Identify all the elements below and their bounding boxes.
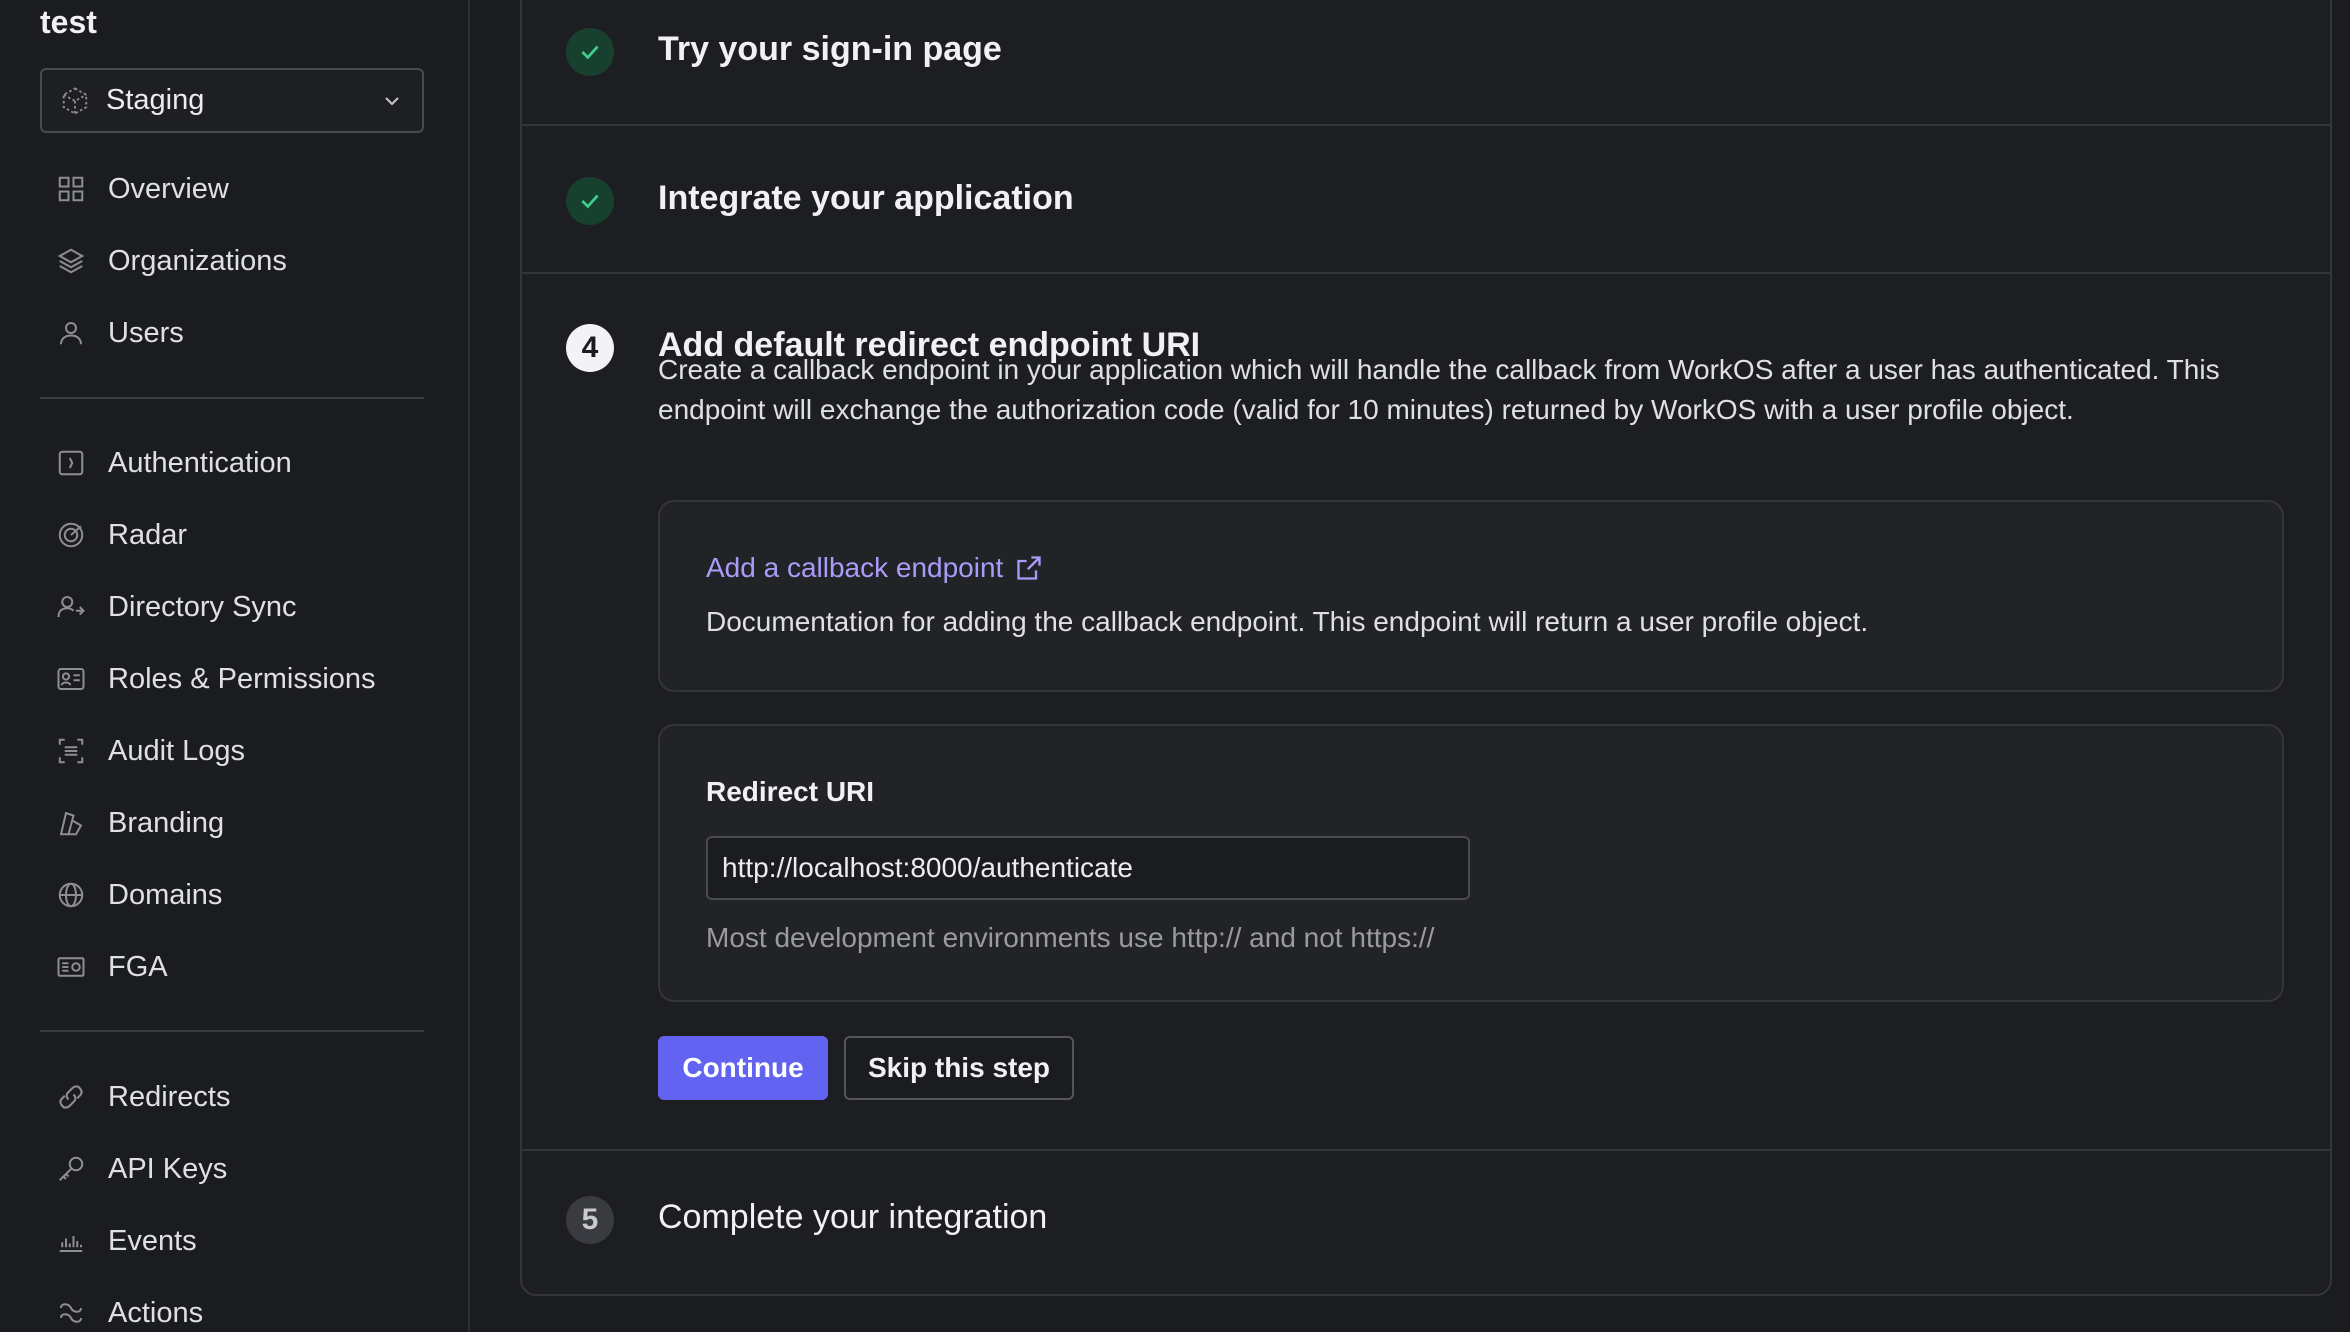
main-content: Try your sign-in page Integrate your app… [472, 0, 2350, 1332]
sidebar-item-overview[interactable]: Overview [40, 153, 424, 225]
nav-group-main: Overview Organizations Users [40, 153, 424, 369]
key-icon [56, 1154, 86, 1184]
continue-button[interactable]: Continue [658, 1036, 828, 1100]
redirect-uri-card: Redirect URI Most development environmen… [658, 724, 2284, 1002]
nav-group-features: Authentication Radar Directory Sync Role… [40, 427, 424, 1003]
step-title: Complete your integration [658, 1198, 1048, 1236]
sidebar-item-organizations[interactable]: Organizations [40, 225, 424, 297]
step-integrate-application[interactable]: Integrate your application [522, 126, 2330, 274]
sidebar-item-branding[interactable]: Branding [40, 787, 424, 859]
sidebar-item-label: Actions [108, 1296, 204, 1329]
environment-label: Staging [106, 84, 205, 116]
directory-sync-icon [56, 592, 86, 622]
sidebar-item-authentication[interactable]: Authentication [40, 427, 424, 499]
sidebar-divider [40, 397, 424, 399]
sidebar-divider [40, 1030, 424, 1032]
external-link-icon [1015, 554, 1043, 582]
branding-icon [56, 808, 86, 838]
sidebar-item-domains[interactable]: Domains [40, 859, 424, 931]
grid-icon [56, 174, 86, 204]
redirect-uri-input[interactable] [706, 836, 1470, 900]
environment-select[interactable]: Staging [40, 68, 424, 133]
sidebar-item-label: Redirects [108, 1080, 231, 1113]
user-icon [56, 318, 86, 348]
sidebar-item-label: Roles & Permissions [108, 662, 376, 695]
step-description: Create a callback endpoint in your appli… [658, 354, 2220, 425]
step-number-badge: 5 [566, 1196, 614, 1244]
sidebar-item-users[interactable]: Users [40, 297, 424, 369]
setup-steps-card: Try your sign-in page Integrate your app… [520, 0, 2332, 1296]
sidebar-item-api-keys[interactable]: API Keys [40, 1133, 424, 1205]
sidebar-item-label: Directory Sync [108, 590, 297, 623]
step-title: Try your sign-in page [658, 30, 1002, 68]
redirect-uri-hint: Most development environments use http:/… [706, 922, 1435, 953]
documentation-card: Add a callback endpoint Documentation fo… [658, 500, 2284, 692]
doc-link-label: Add a callback endpoint [706, 552, 1004, 583]
roles-icon [56, 664, 86, 694]
audit-logs-icon [56, 736, 86, 766]
link-icon [56, 1082, 86, 1112]
step-complete-integration[interactable]: 5 Complete your integration [522, 1151, 2330, 1296]
nav-group-developer: Redirects API Keys Events Actions [40, 1061, 424, 1332]
sidebar-item-label: Authentication [108, 446, 292, 479]
globe-icon [56, 880, 86, 910]
sidebar-item-label: Events [108, 1224, 197, 1257]
sidebar-item-label: Overview [108, 172, 229, 205]
sidebar-item-label: Radar [108, 518, 187, 551]
sidebar-item-label: FGA [108, 950, 168, 983]
callback-endpoint-doc-link[interactable]: Add a callback endpoint [706, 552, 1043, 584]
sidebar-item-label: Organizations [108, 244, 287, 277]
sidebar-item-label: Audit Logs [108, 734, 246, 767]
sidebar-item-directory-sync[interactable]: Directory Sync [40, 571, 424, 643]
skip-step-button[interactable]: Skip this step [844, 1036, 1074, 1100]
sidebar-item-label: Users [108, 316, 184, 349]
layers-icon [56, 246, 86, 276]
sidebar: test Staging Overview Organizations User [0, 0, 470, 1332]
app-window: test Staging Overview Organizations User [0, 0, 2350, 1332]
step-try-sign-in[interactable]: Try your sign-in page [522, 0, 2330, 126]
documentation-text: Documentation for adding the callback en… [706, 606, 1869, 637]
cube-icon [60, 86, 90, 116]
sidebar-item-label: Domains [108, 878, 223, 911]
sidebar-item-label: API Keys [108, 1152, 228, 1185]
sidebar-item-events[interactable]: Events [40, 1205, 424, 1277]
step-complete-check-icon [566, 177, 614, 225]
sidebar-item-redirects[interactable]: Redirects [40, 1061, 424, 1133]
radar-icon [56, 520, 86, 550]
sidebar-item-label: Branding [108, 806, 225, 839]
step-complete-check-icon [566, 28, 614, 76]
sidebar-item-audit-logs[interactable]: Audit Logs [40, 715, 424, 787]
auth-icon [56, 448, 86, 478]
sidebar-item-radar[interactable]: Radar [40, 499, 424, 571]
events-icon [56, 1226, 86, 1256]
chevron-down-icon [380, 89, 404, 113]
sidebar-item-fga[interactable]: FGA [40, 931, 424, 1003]
redirect-uri-label: Redirect URI [706, 776, 875, 807]
actions-icon [56, 1298, 86, 1328]
step-title: Integrate your application [658, 179, 1074, 217]
step-number-badge: 4 [566, 324, 614, 372]
sidebar-item-actions[interactable]: Actions [40, 1277, 424, 1332]
fga-icon [56, 952, 86, 982]
sidebar-item-roles-permissions[interactable]: Roles & Permissions [40, 643, 424, 715]
org-name: test [40, 4, 97, 40]
